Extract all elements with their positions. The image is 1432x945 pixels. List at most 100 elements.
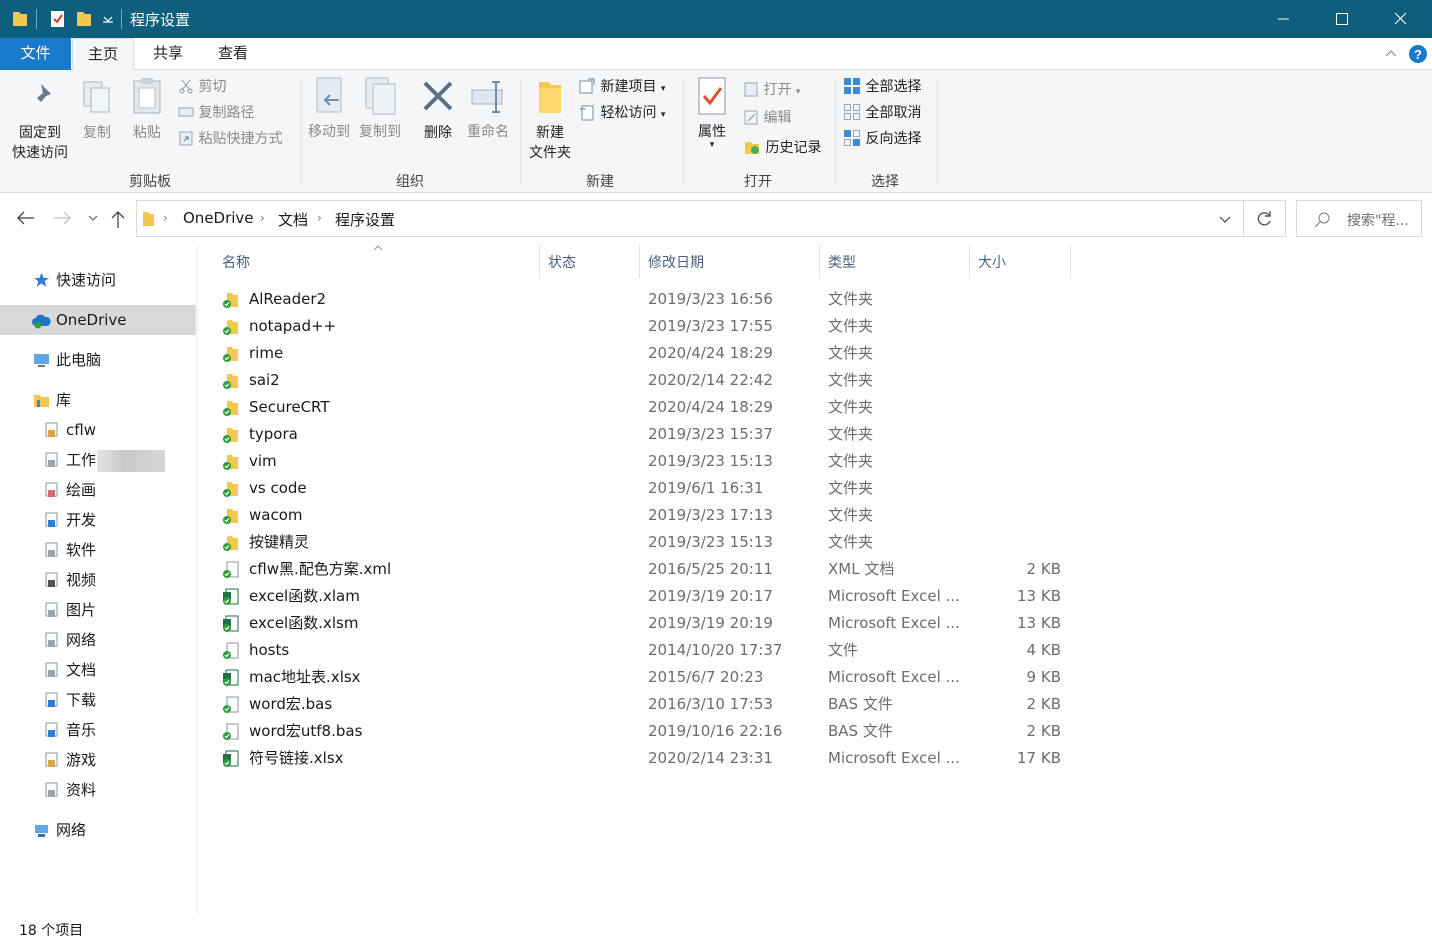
file-name: notapad++ bbox=[249, 317, 337, 335]
address-history-chevron-icon[interactable] bbox=[1217, 214, 1233, 226]
file-row[interactable]: AlReader2 2019/3/23 16:56 文件夹 bbox=[220, 286, 1070, 313]
sidebar-item-label: 软件 bbox=[66, 541, 97, 559]
file-row[interactable]: vs code 2019/6/1 16:31 文件夹 bbox=[220, 475, 1070, 502]
column-header-type[interactable]: 类型 bbox=[828, 252, 856, 272]
address-bar[interactable]: › OneDrive › 文档 › 程序设置 bbox=[136, 200, 1244, 237]
file-date: 2019/3/19 20:19 bbox=[648, 614, 773, 632]
sidebar-item-library[interactable]: 音乐 bbox=[0, 715, 196, 745]
sidebar-item-library[interactable]: 资料 bbox=[0, 775, 196, 805]
help-icon[interactable]: ? bbox=[1408, 44, 1428, 64]
search-box[interactable]: 搜索"程... bbox=[1296, 200, 1422, 237]
pin-to-quick-access-button[interactable]: 固定到 快速访问 bbox=[6, 80, 74, 162]
column-divider[interactable] bbox=[539, 244, 540, 278]
select-all-button[interactable]: 全部选择 bbox=[843, 76, 921, 98]
copy-path-button[interactable]: 复制路径 bbox=[178, 102, 254, 124]
column-header-name[interactable]: 名称 bbox=[222, 252, 250, 272]
move-to-button[interactable]: 移动到 bbox=[305, 76, 353, 141]
rename-button[interactable]: 重命名 bbox=[463, 76, 513, 141]
library-folder-icon bbox=[45, 542, 58, 557]
file-row[interactable]: sai2 2020/2/14 22:42 文件夹 bbox=[220, 367, 1070, 394]
file-row[interactable]: cflw黑.配色方案.xml 2016/5/25 20:11 XML 文档 2 KB bbox=[220, 556, 1070, 583]
paste-button[interactable]: 粘贴 bbox=[127, 76, 167, 142]
forward-arrow-icon[interactable] bbox=[52, 209, 74, 227]
file-row[interactable]: SecureCRT 2020/4/24 18:29 文件夹 bbox=[220, 394, 1070, 421]
sidebar-item-onedrive[interactable]: OneDrive bbox=[0, 305, 196, 335]
file-row[interactable]: wacom 2019/3/23 17:13 文件夹 bbox=[220, 502, 1070, 529]
column-header-size[interactable]: 大小 bbox=[978, 252, 1006, 272]
new-folder-label-2: 文件夹 bbox=[529, 145, 571, 161]
sidebar-item-libraries[interactable]: 库 bbox=[0, 385, 196, 415]
chevron-down-icon[interactable] bbox=[98, 9, 118, 29]
paste-shortcut-button[interactable]: 粘贴快捷方式 bbox=[178, 128, 282, 150]
file-row[interactable]: word宏utf8.bas 2019/10/16 22:16 BAS 文件 2 KB bbox=[220, 718, 1070, 745]
sidebar-item-this-pc[interactable]: 此电脑 bbox=[0, 345, 196, 375]
recent-locations-chevron-icon[interactable] bbox=[86, 212, 100, 224]
file-icon bbox=[223, 642, 239, 659]
sidebar-item-network[interactable]: 网络 bbox=[0, 815, 196, 845]
sidebar-item-library[interactable]: 游戏 bbox=[0, 745, 196, 775]
separator bbox=[36, 9, 37, 29]
collapse-ribbon-icon[interactable] bbox=[1383, 46, 1399, 62]
breadcrumb-onedrive[interactable]: OneDrive bbox=[183, 209, 254, 227]
file-name: 符号链接.xlsx bbox=[249, 749, 344, 767]
minimize-button[interactable] bbox=[1255, 0, 1313, 38]
tab-home[interactable]: 主页 bbox=[72, 38, 134, 71]
delete-button[interactable]: 删除 bbox=[416, 78, 460, 142]
file-row[interactable]: rime 2020/4/24 18:29 文件夹 bbox=[220, 340, 1070, 367]
file-name: word宏utf8.bas bbox=[249, 722, 363, 740]
tab-share[interactable]: 共享 bbox=[138, 38, 198, 70]
new-folder-button[interactable]: 新建 文件夹 bbox=[524, 78, 576, 162]
file-row[interactable]: vim 2019/3/23 15:13 文件夹 bbox=[220, 448, 1070, 475]
tab-view[interactable]: 查看 bbox=[202, 38, 264, 70]
file-row[interactable]: word宏.bas 2016/3/10 17:53 BAS 文件 2 KB bbox=[220, 691, 1070, 718]
sidebar-item-library[interactable]: 网络 bbox=[0, 625, 196, 655]
breadcrumb-documents[interactable]: 文档 bbox=[278, 209, 308, 230]
column-divider[interactable] bbox=[639, 244, 640, 278]
breadcrumb-current[interactable]: 程序设置 bbox=[335, 209, 395, 230]
up-arrow-icon[interactable] bbox=[108, 208, 128, 230]
sidebar-item-library[interactable]: 文档 bbox=[0, 655, 196, 685]
file-row[interactable]: excel函数.xlam 2019/3/19 20:17 Microsoft Exc… bbox=[220, 583, 1070, 610]
close-button[interactable] bbox=[1371, 0, 1429, 38]
file-row[interactable]: mac地址表.xlsx 2015/6/7 20:23 Microsoft Excel… bbox=[220, 664, 1070, 691]
select-none-button[interactable]: 全部取消 bbox=[843, 102, 921, 124]
sidebar-item-library[interactable]: 开发 bbox=[0, 505, 196, 535]
separator bbox=[683, 78, 684, 186]
file-row[interactable]: 符号链接.xlsx 2020/2/14 23:31 Microsoft Excel … bbox=[220, 745, 1070, 772]
file-row[interactable]: 按键精灵 2019/3/23 15:13 文件夹 bbox=[220, 529, 1070, 556]
properties-quick-icon[interactable] bbox=[48, 9, 68, 29]
sidebar-item-quick-access[interactable]: 快速访问 bbox=[0, 265, 196, 295]
sidebar-item-library[interactable]: 软件 bbox=[0, 535, 196, 565]
sidebar-item-library[interactable]: cflw bbox=[0, 415, 196, 445]
copy-button[interactable]: 复制 bbox=[77, 80, 117, 142]
column-divider[interactable] bbox=[819, 244, 820, 278]
file-row[interactable]: notapad++ 2019/3/23 17:55 文件夹 bbox=[220, 313, 1070, 340]
maximize-button[interactable] bbox=[1313, 0, 1371, 38]
history-button[interactable]: 历史记录 bbox=[743, 137, 821, 159]
column-divider[interactable] bbox=[1070, 244, 1071, 278]
sidebar-item-library[interactable]: 绘画 bbox=[0, 475, 196, 505]
file-size: 4 KB bbox=[1026, 641, 1061, 659]
sidebar-item-library[interactable]: 图片 bbox=[0, 595, 196, 625]
column-divider[interactable] bbox=[969, 244, 970, 278]
copy-to-button[interactable]: 复制到 bbox=[356, 76, 404, 141]
invert-selection-button[interactable]: 反向选择 bbox=[843, 128, 921, 150]
easy-access-button[interactable]: 轻松访问 ▾ bbox=[578, 102, 665, 124]
new-folder-quick-icon[interactable] bbox=[74, 9, 94, 29]
column-header-status[interactable]: 状态 bbox=[548, 252, 576, 272]
back-arrow-icon[interactable] bbox=[14, 209, 36, 227]
sidebar-item-library[interactable]: 下载 bbox=[0, 685, 196, 715]
file-row[interactable]: typora 2019/3/23 15:37 文件夹 bbox=[220, 421, 1070, 448]
sidebar-item-library[interactable]: 视频 bbox=[0, 565, 196, 595]
properties-button[interactable]: 属性 ▾ bbox=[690, 76, 734, 150]
tab-file[interactable]: 文件 bbox=[0, 38, 71, 70]
edit-button[interactable]: 编辑 bbox=[743, 107, 791, 129]
library-folder-icon bbox=[45, 602, 58, 617]
new-item-button[interactable]: 新建项目 ▾ bbox=[578, 76, 665, 98]
refresh-button[interactable] bbox=[1244, 200, 1286, 237]
open-button[interactable]: 打开 ▾ bbox=[743, 79, 800, 101]
file-row[interactable]: excel函数.xlsm 2019/3/19 20:19 Microsoft Exc… bbox=[220, 610, 1070, 637]
column-header-date[interactable]: 修改日期 bbox=[648, 252, 704, 272]
cut-button[interactable]: 剪切 bbox=[178, 76, 226, 98]
file-row[interactable]: hosts 2014/10/20 17:37 文件 4 KB bbox=[220, 637, 1070, 664]
